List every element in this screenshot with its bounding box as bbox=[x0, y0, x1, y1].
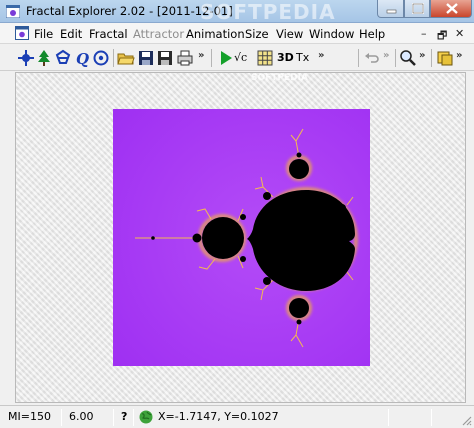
globe-icon bbox=[139, 410, 153, 424]
save-as-icon bbox=[158, 51, 172, 65]
zoom-icon bbox=[400, 50, 416, 66]
open-folder-icon bbox=[117, 53, 135, 65]
target-icon bbox=[93, 50, 109, 66]
toolbar-separator bbox=[113, 49, 114, 67]
maximize-button[interactable] bbox=[404, 0, 430, 18]
play-button[interactable] bbox=[217, 49, 235, 67]
resize-grip-icon[interactable] bbox=[460, 414, 472, 426]
app-icon bbox=[6, 5, 20, 18]
menu-bar: File Edit Fractal Attractor Animation Si… bbox=[0, 23, 474, 44]
fractal-canvas[interactable] bbox=[113, 109, 370, 366]
toolbar-overflow-chevron-2[interactable]: » bbox=[318, 50, 325, 61]
document-icon[interactable] bbox=[15, 26, 29, 40]
status-bar: MI=150 6.00 ? X=-1.7147, Y=0.1027 bbox=[0, 405, 474, 428]
menu-fractal[interactable]: Fractal bbox=[89, 27, 128, 41]
toolbar: Q » √c 3D Tx » » » » bbox=[0, 45, 474, 71]
undo-button[interactable] bbox=[363, 49, 381, 67]
status-coordinates: X=-1.7147, Y=0.1027 bbox=[158, 410, 279, 423]
title-watermark: SOFTPEDIA bbox=[200, 0, 336, 24]
q-button[interactable]: Q bbox=[73, 49, 91, 67]
menu-window[interactable]: Window bbox=[309, 27, 354, 41]
status-separator bbox=[113, 409, 114, 426]
print-icon bbox=[177, 50, 193, 66]
target-button[interactable] bbox=[92, 49, 110, 67]
fractal-window-client: SOFTPEDIA bbox=[15, 72, 466, 403]
close-icon bbox=[446, 3, 458, 14]
status-zoom: 6.00 bbox=[69, 410, 94, 423]
status-separator bbox=[388, 409, 389, 426]
close-button[interactable] bbox=[430, 0, 472, 18]
minimize-icon bbox=[386, 9, 397, 14]
child-minimize-button[interactable]: – bbox=[421, 27, 427, 40]
title-bar: Fractal Explorer 2.02 - [2011-12-01] SOF… bbox=[0, 0, 474, 24]
status-separator bbox=[431, 409, 432, 426]
open-button[interactable] bbox=[117, 49, 135, 67]
recycle-icon bbox=[55, 49, 71, 64]
save-button[interactable] bbox=[137, 49, 155, 67]
toolbar-separator bbox=[395, 49, 396, 67]
menu-view[interactable]: View bbox=[276, 27, 303, 41]
menu-help[interactable]: Help bbox=[359, 27, 385, 41]
toolbar-overflow-chevron-3[interactable]: » bbox=[383, 50, 390, 61]
toolbar-overflow-chevron-5[interactable]: » bbox=[456, 50, 463, 61]
status-separator bbox=[61, 409, 62, 426]
save-as-button[interactable] bbox=[156, 49, 174, 67]
sqrt-button[interactable]: √c bbox=[234, 51, 247, 64]
menu-size[interactable]: Size bbox=[245, 27, 269, 41]
q-icon: Q bbox=[76, 50, 89, 67]
toolbar-separator bbox=[358, 49, 359, 67]
toolbar-overflow-chevron-4[interactable]: » bbox=[419, 50, 426, 61]
menu-animation[interactable]: Animation bbox=[186, 27, 245, 41]
menu-file[interactable]: File bbox=[34, 27, 53, 41]
restore-icon bbox=[412, 3, 424, 14]
status-separator bbox=[133, 409, 134, 426]
grid-button[interactable] bbox=[256, 49, 274, 67]
save-icon bbox=[139, 51, 153, 65]
3d-button[interactable]: 3D bbox=[277, 51, 294, 64]
palette-icon bbox=[437, 51, 453, 66]
child-restore-button[interactable]: 🗗 bbox=[437, 27, 447, 46]
menu-attractor[interactable]: Attractor bbox=[133, 27, 184, 41]
grid-icon bbox=[257, 50, 273, 66]
play-icon bbox=[221, 51, 232, 65]
tx-button[interactable]: Tx bbox=[296, 51, 309, 64]
menu-edit[interactable]: Edit bbox=[60, 27, 82, 41]
child-close-button[interactable]: ✕ bbox=[455, 27, 464, 40]
crosshair-icon bbox=[18, 50, 34, 66]
toolbar-separator bbox=[211, 49, 212, 67]
palette-button[interactable] bbox=[436, 49, 454, 67]
softpedia-watermark: SOFTPEDIA bbox=[251, 73, 308, 83]
minimize-button[interactable] bbox=[377, 0, 404, 18]
recycle-button[interactable] bbox=[54, 49, 72, 67]
tree-icon bbox=[38, 50, 50, 66]
toolbar-overflow-chevron[interactable]: » bbox=[198, 50, 205, 61]
status-max-iterations: MI=150 bbox=[8, 410, 51, 423]
zoom-button[interactable] bbox=[399, 49, 417, 67]
tree-button[interactable] bbox=[35, 49, 53, 67]
undo-icon bbox=[365, 53, 379, 63]
svg-text:Q: Q bbox=[76, 50, 89, 67]
toolbar-separator bbox=[431, 49, 432, 67]
print-button[interactable] bbox=[176, 49, 194, 67]
status-help: ? bbox=[121, 410, 128, 423]
crosshair-button[interactable] bbox=[17, 49, 35, 67]
